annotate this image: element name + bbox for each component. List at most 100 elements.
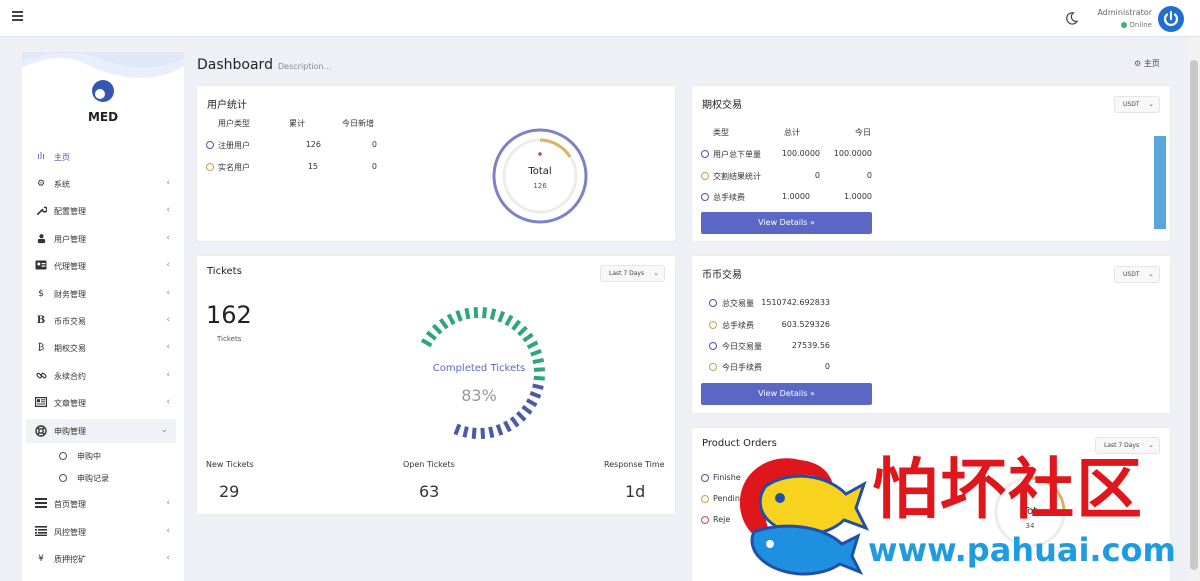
sidebar-item-config[interactable]: 配置管理 ‹ — [22, 199, 184, 223]
sidebar-item-home[interactable]: ılı 主页 — [22, 145, 184, 169]
stat-label-open: Open Tickets — [403, 460, 455, 469]
sidebar-item-staking-mining[interactable]: ¥ 质押挖矿 ‹ — [22, 547, 184, 571]
circle-icon — [709, 299, 717, 307]
sidebar-item-label: 财务管理 — [54, 290, 86, 299]
bitcoin-icon: ₿ — [37, 343, 45, 353]
brand-name: MED — [87, 110, 119, 124]
circle-icon — [701, 172, 709, 180]
sidebar-item-label: 文章管理 — [54, 399, 86, 408]
watermark-text: 怕坏社区 — [872, 451, 1144, 528]
gauge-segment — [489, 308, 497, 320]
row-type: 交割结果统计 — [713, 172, 761, 181]
sidebar-subitem-subscribing[interactable]: 申购中 — [22, 445, 184, 467]
row-type: 实名用户 — [218, 163, 250, 172]
circle-icon — [709, 321, 717, 329]
sidebar-item-homepage-mgmt[interactable]: 首页管理 ‹ — [22, 492, 184, 516]
gauge-segment — [533, 375, 545, 381]
circle-icon — [701, 150, 709, 158]
row-today: 1.0000 — [844, 192, 872, 201]
sidebar-item-perpetual[interactable]: 永续合约 ‹ — [22, 364, 184, 388]
gauge-segment — [425, 330, 437, 341]
sidebar-subitem-subscription-records[interactable]: 申购记录 — [22, 467, 184, 489]
bitcoin-b-icon: B — [36, 315, 46, 326]
row-type: 用户总下单量 — [713, 150, 761, 159]
gauge-segment — [517, 325, 528, 337]
breadcrumb[interactable]: ⚙ 主页 — [1134, 58, 1160, 69]
gauge-segment — [464, 307, 471, 320]
card-title: Tickets — [207, 266, 242, 277]
order-status-label: Reje — [713, 515, 731, 524]
chevron-down-icon: ⌄ — [1148, 441, 1154, 449]
spot-value: 1510742.692833 — [761, 298, 830, 307]
period-select[interactable]: Last 7 Days ⌄ — [600, 265, 665, 282]
chevron-left-icon: ‹ — [166, 342, 170, 352]
stat-label-new: New Tickets — [206, 460, 254, 469]
newspaper-icon — [35, 397, 48, 409]
sidebar-item-subscription[interactable]: 申购管理 ⌄ — [26, 419, 176, 443]
double-chevron-right-icon: » — [809, 218, 815, 227]
avatar[interactable] — [1158, 6, 1184, 32]
gear-icon: ⚙ — [36, 179, 46, 189]
list-icon — [35, 498, 47, 510]
row-type: 注册用户 — [218, 141, 250, 150]
gauge-segment — [473, 306, 479, 319]
card-title: Product Orders — [702, 438, 777, 449]
sidebar-item-spot-trading[interactable]: B 币币交易 ‹ — [22, 309, 184, 333]
gauge-segment — [522, 332, 534, 343]
chevron-down-icon: ⌄ — [653, 269, 659, 277]
circle-icon — [59, 474, 67, 482]
gauge-segment — [462, 426, 469, 438]
sidebar-item-label: 期权交易 — [54, 344, 86, 353]
circle-icon — [206, 141, 214, 149]
card-title: 币币交易 — [702, 270, 742, 281]
gauge-segment — [480, 427, 486, 439]
sidebar-item-risk-control[interactable]: 风控管理 ‹ — [22, 520, 184, 544]
fish-logo-icon — [739, 458, 870, 576]
sidebar-item-system[interactable]: ⚙ 系统 ‹ — [22, 172, 184, 196]
gauge-segment — [521, 404, 533, 415]
sidebar-item-finance[interactable]: $ 财务管理 ‹ — [22, 282, 184, 306]
bar-chart-icon: ılı — [37, 152, 45, 162]
gauge-segment — [453, 423, 462, 436]
link-icon — [35, 370, 47, 382]
ticket-count: 162 — [206, 301, 252, 329]
chevron-left-icon: ‹ — [166, 233, 170, 243]
sidebar-item-articles[interactable]: 文章管理 ‹ — [22, 391, 184, 415]
bar-chart-bar — [1154, 136, 1166, 229]
sidebar-item-label: 用户管理 — [54, 235, 86, 244]
sidebar-item-label: 主页 — [54, 153, 70, 162]
list-alt-icon — [35, 526, 47, 538]
gauge-segment — [504, 314, 514, 327]
circle-icon — [709, 342, 717, 350]
ticket-count-label: Tickets — [217, 335, 242, 343]
spot-value: 0 — [824, 362, 830, 371]
users-icon — [35, 233, 47, 245]
row-today: 100.0000 — [833, 149, 872, 158]
spot-value: 27539.56 — [791, 341, 830, 350]
currency-select[interactable]: USDT ⌄ — [1114, 266, 1160, 283]
chevron-left-icon: ‹ — [166, 553, 170, 563]
breadcrumb-home[interactable]: 主页 — [1144, 59, 1160, 68]
stat-value-new: 29 — [219, 482, 240, 501]
currency-select[interactable]: USDT ⌄ — [1114, 96, 1160, 113]
user-name[interactable]: Administrator — [1092, 8, 1152, 17]
row-total: 100.0000 — [781, 149, 820, 158]
scrollbar-thumb[interactable] — [1190, 60, 1198, 570]
sidebar-item-label: 配置管理 — [54, 207, 86, 216]
card-title: 期权交易 — [702, 100, 742, 111]
sidebar-subitem-label: 申购中 — [77, 452, 101, 461]
dark-mode-moon-icon[interactable] — [1064, 11, 1079, 26]
options-trading-card: 期权交易 USDT ⌄ 类型 总计 今日 用户总下单量 100.0000 100.… — [692, 86, 1170, 241]
sidebar-item-users[interactable]: 用户管理 ‹ — [22, 227, 184, 251]
sidebar-item-options[interactable]: ₿ 期权交易 ‹ — [22, 336, 184, 360]
menu-toggle-icon[interactable] — [12, 11, 23, 21]
chevron-left-icon: ‹ — [166, 370, 170, 380]
sidebar-item-label: 申购管理 — [54, 427, 86, 436]
dollar-icon: $ — [38, 289, 44, 299]
sidebar-item-agents[interactable]: 代理管理 ‹ — [22, 254, 184, 278]
view-details-button[interactable]: View Details » — [701, 383, 872, 405]
view-details-button[interactable]: View Details » — [701, 212, 872, 234]
gauge-segment — [532, 358, 545, 365]
row-today: 0 — [371, 162, 377, 171]
gauge-segment — [497, 310, 506, 323]
